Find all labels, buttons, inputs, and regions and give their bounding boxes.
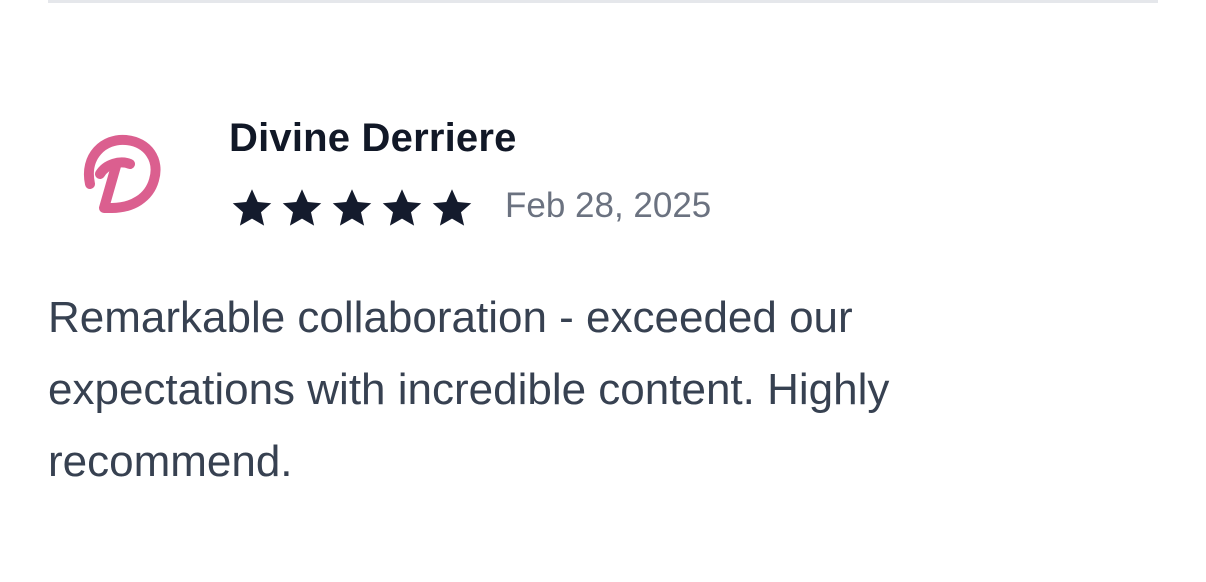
star-icon [282,189,322,226]
avatar [76,126,166,216]
star-icon [232,189,272,226]
reviewer-name: Divine Derriere [229,116,517,160]
review-text: Remarkable collaboration - exceeded our … [48,293,890,486]
star-icon [382,189,422,226]
star-icon [432,189,472,226]
top-divider [48,0,1158,3]
star-icon [332,189,372,226]
brand-logo-icon [83,134,161,213]
review-date: Feb 28, 2025 [505,186,712,225]
star-rating [229,186,475,230]
